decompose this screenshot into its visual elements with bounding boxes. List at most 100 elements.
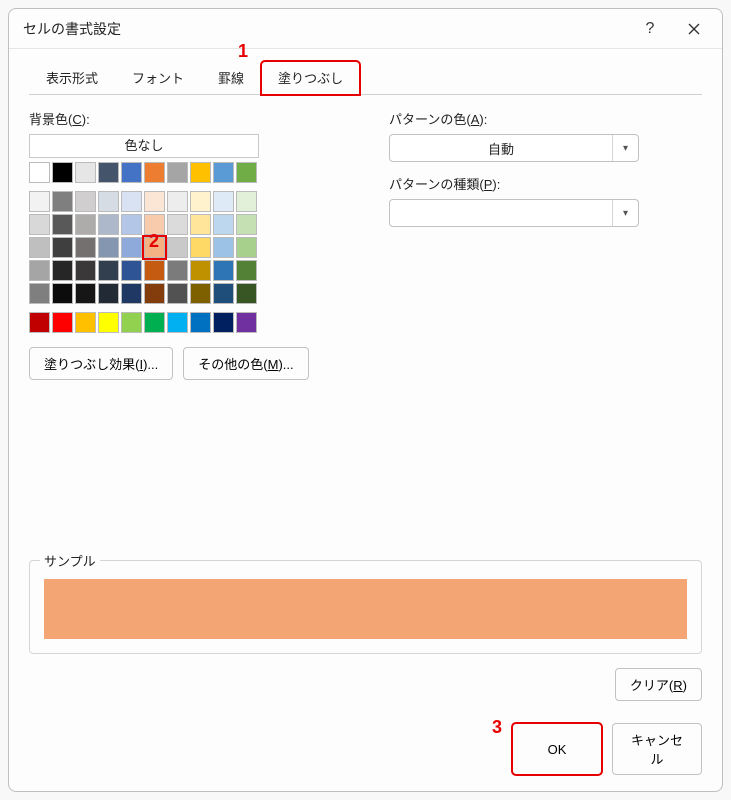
sample-preview [44, 579, 687, 639]
color-swatch[interactable] [167, 191, 188, 212]
color-swatch[interactable] [75, 162, 96, 183]
pattern-color-value: 自動 [390, 139, 612, 158]
color-swatch[interactable] [144, 162, 165, 183]
tab-strip: 表示形式 フォント 罫線 塗りつぶし [29, 61, 702, 95]
color-swatch[interactable] [98, 162, 119, 183]
pattern-color-combo[interactable]: 自動 ▾ [389, 134, 639, 162]
color-swatch[interactable] [213, 237, 234, 258]
color-swatch[interactable] [75, 214, 96, 235]
color-swatch[interactable] [98, 283, 119, 304]
callout-1: 1 [238, 41, 248, 62]
color-swatch[interactable] [75, 283, 96, 304]
color-swatch[interactable] [236, 191, 257, 212]
color-swatch[interactable] [167, 283, 188, 304]
color-swatch[interactable] [236, 162, 257, 183]
color-swatch[interactable] [213, 214, 234, 235]
theme-colors-row [29, 162, 349, 183]
sample-label: サンプル [40, 551, 100, 570]
tab-number[interactable]: 表示形式 [29, 61, 115, 95]
sample-group: サンプル [29, 560, 702, 654]
color-swatch[interactable] [190, 312, 211, 333]
color-swatch[interactable] [213, 312, 234, 333]
color-swatch[interactable] [213, 260, 234, 281]
color-swatch[interactable] [167, 162, 188, 183]
color-swatch[interactable] [144, 260, 165, 281]
color-swatch[interactable] [75, 191, 96, 212]
color-swatch[interactable] [121, 214, 142, 235]
color-swatch[interactable] [167, 214, 188, 235]
color-swatch[interactable] [190, 237, 211, 258]
tab-border[interactable]: 罫線 [201, 61, 261, 95]
clear-button[interactable]: クリア(R) [615, 668, 702, 701]
color-swatch[interactable] [236, 237, 257, 258]
color-swatch[interactable] [213, 162, 234, 183]
color-swatch[interactable] [29, 214, 50, 235]
pattern-type-label: パターンの種類(P): [389, 174, 702, 193]
color-swatch[interactable] [29, 312, 50, 333]
color-swatch[interactable] [75, 237, 96, 258]
color-swatch[interactable] [29, 283, 50, 304]
color-swatch[interactable] [52, 162, 73, 183]
color-swatch[interactable] [236, 312, 257, 333]
color-swatch[interactable] [167, 237, 188, 258]
cancel-button[interactable]: キャンセル [612, 723, 702, 775]
more-colors-button[interactable]: その他の色(M)... [183, 347, 308, 380]
color-swatch[interactable] [52, 260, 73, 281]
color-swatch[interactable] [121, 237, 142, 258]
color-swatch[interactable] [98, 237, 119, 258]
color-swatch[interactable] [75, 260, 96, 281]
color-swatch[interactable] [213, 283, 234, 304]
color-swatch[interactable] [167, 312, 188, 333]
color-swatch[interactable] [121, 191, 142, 212]
tab-fill[interactable]: 塗りつぶし [261, 61, 360, 95]
color-swatch[interactable] [190, 191, 211, 212]
color-swatch[interactable] [190, 162, 211, 183]
tab-font[interactable]: フォント [115, 61, 201, 95]
color-swatch[interactable] [121, 162, 142, 183]
background-color-label: 背景色(C): [29, 109, 349, 128]
standard-colors-row [29, 312, 349, 333]
color-swatch[interactable] [121, 283, 142, 304]
dialog-body: 1 表示形式 フォント 罫線 塗りつぶし 背景色(C): 色なし 2 [9, 49, 722, 791]
color-swatch[interactable] [144, 312, 165, 333]
color-swatch[interactable] [29, 237, 50, 258]
color-swatch[interactable] [52, 237, 73, 258]
color-swatch[interactable] [121, 260, 142, 281]
fill-effects-button[interactable]: 塗りつぶし効果(I)... [29, 347, 173, 380]
color-swatch[interactable] [236, 214, 257, 235]
color-swatch[interactable] [52, 191, 73, 212]
color-swatch[interactable] [144, 191, 165, 212]
no-color-button[interactable]: 色なし [29, 134, 259, 158]
callout-3: 3 [492, 717, 502, 738]
help-button[interactable]: ? [628, 13, 672, 45]
color-swatch[interactable] [98, 312, 119, 333]
color-swatch[interactable] [190, 214, 211, 235]
close-icon [688, 23, 700, 35]
color-swatch[interactable] [167, 260, 188, 281]
color-swatch[interactable] [190, 260, 211, 281]
color-swatch[interactable] [52, 214, 73, 235]
close-button[interactable] [672, 13, 716, 45]
color-swatch[interactable] [213, 191, 234, 212]
titlebar: セルの書式設定 ? [9, 9, 722, 49]
color-swatch[interactable] [52, 283, 73, 304]
ok-button[interactable]: OK [512, 723, 602, 775]
color-swatch[interactable] [144, 283, 165, 304]
color-swatch[interactable] [98, 214, 119, 235]
chevron-down-icon: ▾ [612, 135, 638, 161]
color-swatch[interactable] [121, 312, 142, 333]
color-swatch[interactable] [98, 260, 119, 281]
color-swatch[interactable] [98, 191, 119, 212]
pattern-type-combo[interactable]: ▾ [389, 199, 639, 227]
callout-2: 2 [149, 231, 159, 252]
color-swatch[interactable] [52, 312, 73, 333]
color-swatch[interactable] [75, 312, 96, 333]
color-swatch[interactable] [236, 260, 257, 281]
chevron-down-icon: ▾ [612, 200, 638, 226]
color-swatch[interactable] [236, 283, 257, 304]
pattern-color-label: パターンの色(A): [389, 109, 702, 128]
color-swatch[interactable] [29, 191, 50, 212]
color-swatch[interactable] [29, 260, 50, 281]
color-swatch[interactable] [190, 283, 211, 304]
color-swatch[interactable] [29, 162, 50, 183]
